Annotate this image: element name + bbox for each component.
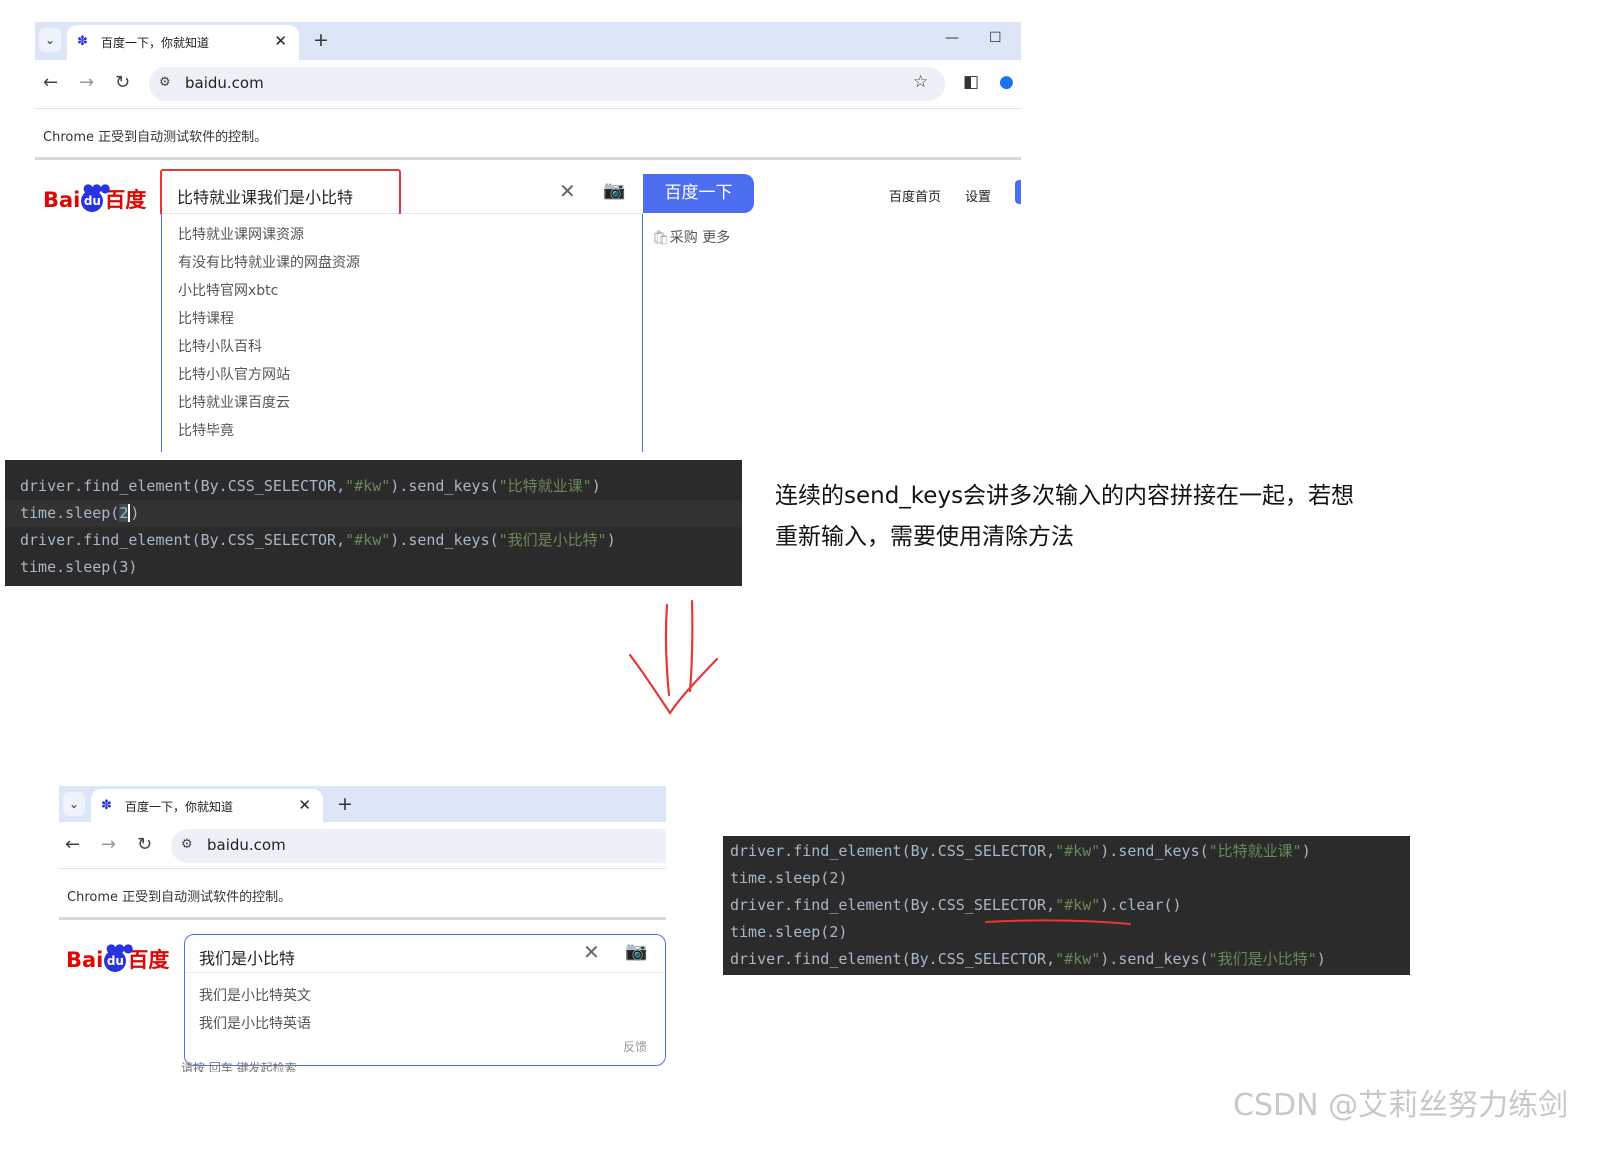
code-line: time.sleep(3) [20, 558, 138, 576]
close-icon[interactable]: ✕ [298, 796, 311, 814]
back-icon[interactable]: ← [65, 834, 80, 855]
code-block-bottom: driver.find_element(By.CSS_SELECTOR,"#kw… [723, 836, 1410, 975]
code-line-current: time.sleep(2) [5, 500, 742, 527]
address-bar[interactable]: ⚙ baidu.com [149, 67, 945, 101]
tab-search-button[interactable]: ⌄ [39, 28, 61, 52]
paw-icon: ●●● [106, 941, 133, 955]
forward-icon[interactable]: → [79, 72, 94, 93]
baidu-logo: ●●● Bai du 百度 [66, 941, 169, 973]
watermark: CSDN @艾莉丝努力练剑 [1233, 1088, 1569, 1123]
close-icon[interactable]: ✕ [274, 32, 287, 50]
code-line-clear: driver.find_element(By.CSS_SELECTOR,"#kw… [730, 896, 1182, 914]
annotation-line-2: 重新输入，需要使用清除方法 [775, 524, 1074, 550]
annotation-line-1: 连续的send_keys会讲多次输入的内容拼接在一起，若想 [775, 483, 1355, 509]
side-panel-icon[interactable]: ◧ [963, 72, 979, 92]
site-info-icon[interactable]: ⚙ [181, 837, 193, 852]
baidu-favicon-icon: ✽ [77, 34, 88, 49]
automation-infobar: Chrome 正受到自动测试软件的控制。 [35, 108, 1021, 160]
minimize-icon[interactable]: — [945, 30, 959, 46]
new-tab-icon[interactable]: + [337, 793, 353, 815]
toolbar: ← → ↻ ⚙ baidu.com [59, 822, 666, 870]
suggestion-item[interactable]: 比特课程 [178, 308, 234, 328]
suggestion-item[interactable]: 比特就业课网课资源 [178, 224, 304, 244]
search-hint: 请按 回车 键发起检索 [181, 1062, 297, 1072]
settings-link[interactable]: 设置 [965, 186, 991, 205]
forward-icon[interactable]: → [101, 834, 116, 855]
tab-strip: ⌄ ✽ 百度一下，你就知道 ✕ + [59, 786, 666, 822]
camera-icon[interactable]: 📷 [625, 941, 647, 962]
down-arrow-drawing [628, 599, 719, 715]
camera-icon[interactable]: 📷 [603, 180, 625, 201]
tab-strip: ⌄ ✽ 百度一下，你就知道 ✕ + — ☐ [35, 22, 1021, 60]
search-panel: 我们是小比特 ✕ 📷 我们是小比特英文 我们是小比特英语 反馈 [184, 934, 666, 1066]
search-input[interactable]: 我们是小比特 ✕ 📷 [185, 935, 664, 973]
tab-search-button[interactable]: ⌄ [63, 792, 85, 816]
suggestion-item[interactable]: 比特小队官方网站 [178, 364, 290, 384]
automation-infobar: Chrome 正受到自动测试软件的控制。 [59, 868, 666, 920]
code-line: time.sleep(2) [730, 869, 848, 887]
code-line: driver.find_element(By.CSS_SELECTOR,"#kw… [20, 477, 601, 495]
code-line: driver.find_element(By.CSS_SELECTOR,"#kw… [730, 950, 1326, 968]
paw-icon: ●●● [83, 181, 110, 195]
reload-icon[interactable]: ↻ [137, 834, 152, 855]
new-tab-icon[interactable]: + [313, 29, 329, 51]
search-input-value: 我们是小比特 [199, 949, 296, 968]
shopping-icon: 🛍 [652, 230, 670, 246]
login-button[interactable] [1015, 180, 1021, 204]
address-bar[interactable]: ⚙ baidu.com [171, 829, 666, 863]
bookmark-star-icon[interactable]: ☆ [913, 72, 928, 92]
highlight-box [160, 169, 401, 216]
code-line: driver.find_element(By.CSS_SELECTOR,"#kw… [730, 842, 1311, 860]
site-info-icon[interactable]: ⚙ [159, 75, 171, 90]
url-text: baidu.com [185, 74, 264, 92]
toolbar: ← → ↻ ⚙ baidu.com ☆ ◧ ● [35, 60, 1021, 108]
tab-title: 百度一下，你就知道 [101, 36, 210, 50]
baidu-home-link[interactable]: 百度首页 [889, 186, 941, 205]
top-browser-window: ⌄ ✽ 百度一下，你就知道 ✕ + — ☐ ← → ↻ ⚙ baidu.com … [35, 22, 1021, 452]
suggestion-item[interactable]: 有没有比特就业课的网盘资源 [178, 252, 360, 272]
red-underline-drawing [985, 919, 1131, 925]
back-icon[interactable]: ← [43, 72, 58, 93]
clear-icon[interactable]: ✕ [559, 179, 576, 203]
suggestion-item[interactable]: 我们是小比特英文 [199, 985, 311, 1005]
tab-title: 百度一下，你就知道 [125, 800, 234, 814]
infobar-text: Chrome 正受到自动测试软件的控制。 [67, 890, 292, 905]
reload-icon[interactable]: ↻ [115, 72, 130, 93]
search-button[interactable]: 百度一下 [643, 174, 754, 213]
suggestion-item[interactable]: 比特小队百科 [178, 336, 262, 356]
code-line: driver.find_element(By.CSS_SELECTOR,"#kw… [20, 531, 616, 549]
suggestion-item[interactable]: 比特就业课百度云 [178, 392, 290, 412]
infobar-text: Chrome 正受到自动测试软件的控制。 [43, 130, 268, 145]
clear-icon[interactable]: ✕ [583, 940, 600, 964]
feedback-link[interactable]: 反馈 [623, 1038, 647, 1055]
suggestion-item[interactable]: 小比特官网xbtc [178, 280, 278, 300]
baidu-logo: ●●● Bai du 百度 [43, 181, 146, 213]
tab-baidu[interactable]: ✽ 百度一下，你就知道 ✕ [67, 25, 299, 60]
sub-links[interactable]: 🛍采购 更多 [652, 227, 730, 247]
suggestion-item[interactable]: 我们是小比特英语 [199, 1013, 311, 1033]
code-block-top: driver.find_element(By.CSS_SELECTOR,"#kw… [5, 460, 742, 586]
suggestion-item[interactable]: 比特毕竟 [178, 420, 234, 440]
annotation-text: 连续的send_keys会讲多次输入的内容拼接在一起，若想 重新输入，需要使用清… [775, 476, 1415, 558]
suggestion-dropdown: 比特就业课网课资源 有没有比特就业课的网盘资源 小比特官网xbtc 比特课程 比… [161, 214, 643, 452]
baidu-favicon-icon: ✽ [101, 798, 112, 813]
bottom-browser-window: ⌄ ✽ 百度一下，你就知道 ✕ + ← → ↻ ⚙ baidu.com Chro… [59, 786, 666, 1086]
url-text: baidu.com [207, 836, 286, 854]
maximize-icon[interactable]: ☐ [989, 30, 1002, 46]
profile-icon[interactable]: ● [999, 72, 1014, 92]
tab-baidu[interactable]: ✽ 百度一下，你就知道 ✕ [91, 789, 323, 822]
